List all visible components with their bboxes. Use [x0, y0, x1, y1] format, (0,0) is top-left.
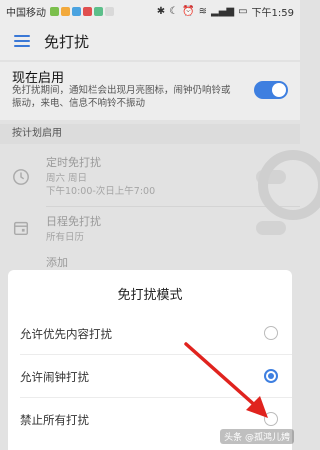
floating-ball-icon[interactable]: [258, 150, 320, 220]
status-bar: 中国移动 ✱ ☾ ⏰ ≋ ▂▄▆ ▭ 下午1:59: [0, 0, 300, 22]
schedule-item-title: 定时免打扰: [46, 156, 101, 169]
clock-time: 下午1:59: [251, 7, 294, 19]
app-notification-icon: [50, 6, 59, 16]
moon-icon: ☾: [169, 5, 179, 17]
schedule-item-days: 周六 周日: [46, 173, 88, 184]
app-notification-icon: [83, 6, 92, 16]
battery-icon: ▭: [238, 5, 248, 17]
option-label: 允许闹钟打扰: [20, 370, 89, 384]
menu-icon[interactable]: [14, 35, 30, 47]
annotation-arrow-icon: [184, 342, 268, 418]
clock-icon: [13, 169, 29, 185]
schedule-item-add[interactable]: 添加: [0, 248, 300, 270]
schedule-item-sub: 所有日历: [46, 232, 85, 243]
bluetooth-icon: ✱: [156, 5, 166, 17]
add-label: 添加: [46, 256, 68, 269]
signal-icon: ▂▄▆: [211, 5, 235, 17]
schedule-item-title: 日程免打扰: [46, 215, 101, 228]
wifi-icon: ≋: [198, 5, 207, 17]
app-bar: 免打扰: [0, 22, 300, 60]
app-notification-icon: [94, 6, 103, 16]
sheet-title: 免打扰模式: [117, 288, 183, 303]
alarm-icon: ⏰: [182, 5, 195, 17]
calendar-icon: [13, 221, 29, 236]
now-enabled-row[interactable]: 现在启用 免打扰期间，通知栏会出现月亮图标，闹钟仍响铃或振动，来电、信息不响铃不…: [0, 62, 300, 120]
option-label: 禁止所有打扰: [20, 413, 89, 427]
schedule-section-header: 按计划启用: [0, 124, 300, 144]
now-enabled-toggle[interactable]: [254, 81, 288, 99]
watermark: 头条 @孤鸿儿娉: [220, 429, 294, 444]
app-notification-icon: [72, 6, 81, 16]
schedule-item-calendar[interactable]: 日程免打扰 所有日历: [0, 207, 300, 247]
schedule-item-timed[interactable]: 定时免打扰 周六 周日 下午10:00-次日上午7:00: [0, 146, 300, 206]
notification-icons: [50, 6, 114, 16]
page-title: 免打扰: [44, 32, 90, 51]
schedule-item-time: 下午10:00-次日上午7:00: [46, 186, 156, 197]
carrier-label: 中国移动: [6, 7, 46, 19]
option-label: 允许优先内容打扰: [20, 327, 112, 341]
app-notification-icon: [61, 6, 70, 16]
calendar-toggle[interactable]: [256, 221, 286, 235]
now-enabled-description: 免打扰期间，通知栏会出现月亮图标，闹钟仍响铃或振动，来电、信息不响铃不振动: [12, 85, 231, 109]
app-notification-icon: [105, 6, 114, 16]
